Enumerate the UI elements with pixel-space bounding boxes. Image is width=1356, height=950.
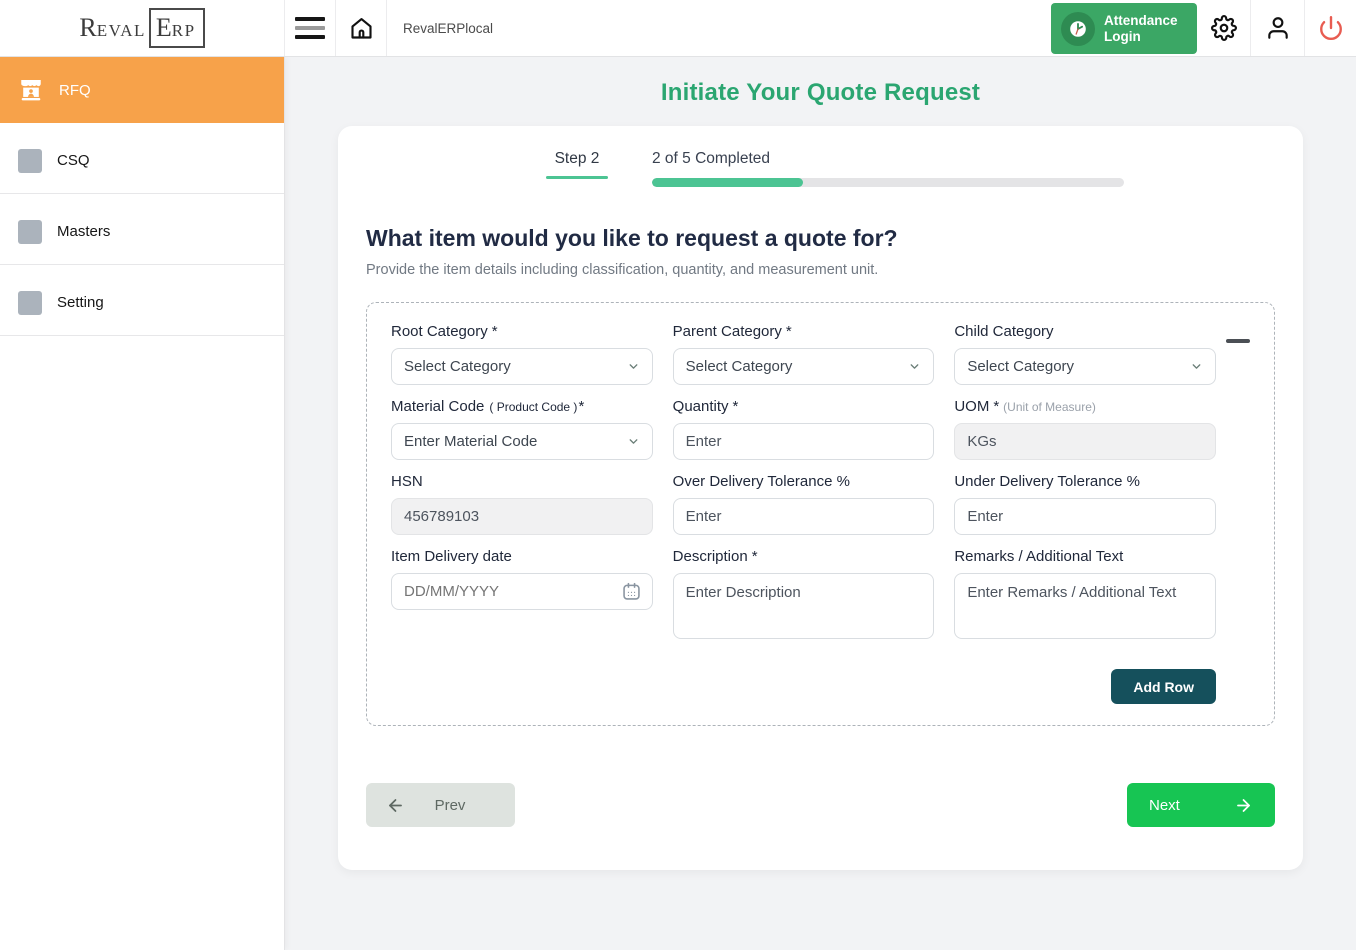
wizard-completed-label: 2 of 5 Completed xyxy=(652,150,1124,168)
item-delivery-date-field xyxy=(391,573,653,610)
placeholder-icon xyxy=(18,149,42,173)
sidebar-item-masters[interactable]: Masters xyxy=(0,199,284,265)
user-icon xyxy=(1265,15,1291,41)
gear-icon xyxy=(1211,15,1237,41)
chevron-down-icon xyxy=(908,360,921,373)
field-hsn: HSN xyxy=(391,473,653,535)
chevron-down-icon xyxy=(1190,360,1203,373)
section-description: Provide the item details including class… xyxy=(366,262,1275,278)
calendar-icon[interactable] xyxy=(621,581,642,602)
parent-category-select[interactable]: Select Category xyxy=(673,348,935,385)
field-over-tolerance: Over Delivery Tolerance % xyxy=(673,473,935,535)
root-category-select[interactable]: Select Category xyxy=(391,348,653,385)
description-textarea[interactable] xyxy=(673,573,935,639)
field-parent-category: Parent Category* Select Category xyxy=(673,323,935,385)
attendance-login-button[interactable]: AttendanceLogin xyxy=(1051,3,1197,54)
sidebar-item-label: Setting xyxy=(57,294,104,311)
sidebar: RFQ CSQ Masters Setting xyxy=(0,57,285,950)
field-remarks: Remarks / Additional Text xyxy=(954,548,1216,644)
wizard-step-tab[interactable]: Step 2 xyxy=(546,150,608,179)
brand-wordmark: REVAL ERP xyxy=(79,8,204,48)
add-row-button[interactable]: Add Row xyxy=(1111,669,1216,704)
wizard-progress: Step 2 2 of 5 Completed xyxy=(546,150,1275,187)
arrow-right-icon xyxy=(1234,796,1253,815)
chevron-down-icon xyxy=(627,360,640,373)
main-content: Initiate Your Quote Request Step 2 2 of … xyxy=(285,57,1356,950)
field-under-tolerance: Under Delivery Tolerance % xyxy=(954,473,1216,535)
home-icon xyxy=(348,15,375,42)
placeholder-icon xyxy=(18,291,42,315)
placeholder-icon xyxy=(18,220,42,244)
storefront-icon xyxy=(18,77,44,103)
sidebar-item-label: RFQ xyxy=(59,82,91,99)
home-button[interactable] xyxy=(336,0,386,56)
next-button[interactable]: Next xyxy=(1127,783,1275,827)
logout-button[interactable] xyxy=(1305,0,1356,56)
sidebar-item-label: CSQ xyxy=(57,152,90,169)
settings-button[interactable] xyxy=(1197,0,1250,56)
brand-erp-box: ERP xyxy=(149,8,205,48)
sidebar-item-rfq[interactable]: RFQ xyxy=(0,57,284,123)
field-uom: UOM*(Unit of Measure) xyxy=(954,398,1216,460)
remarks-textarea[interactable] xyxy=(954,573,1216,639)
sidebar-item-label: Masters xyxy=(57,223,110,240)
field-root-category: Root Category* Select Category xyxy=(391,323,653,385)
field-child-category: Child Category Select Category xyxy=(954,323,1216,385)
field-delivery-date: Item Delivery date xyxy=(391,548,653,644)
hsn-input xyxy=(391,498,653,535)
chevron-down-icon xyxy=(627,435,640,448)
item-row-block: Root Category* Select Category Parent Ca… xyxy=(366,302,1275,726)
page-title: Initiate Your Quote Request xyxy=(285,79,1356,107)
section-heading: What item would you like to request a qu… xyxy=(366,225,1275,252)
field-material-code: Material Code( Product Code )* Enter Mat… xyxy=(391,398,653,460)
quantity-input[interactable] xyxy=(673,423,935,460)
sidebar-item-setting[interactable]: Setting xyxy=(0,270,284,336)
material-code-select[interactable]: Enter Material Code xyxy=(391,423,653,460)
hamburger-icon xyxy=(295,17,325,39)
uom-input xyxy=(954,423,1216,460)
prev-button[interactable]: Prev xyxy=(366,783,515,827)
wizard-progress-fill xyxy=(652,178,803,187)
child-category-select[interactable]: Select Category xyxy=(954,348,1216,385)
power-icon xyxy=(1318,15,1344,41)
top-bar: REVAL ERP RevalERPlocal AttendanceLogin xyxy=(0,0,1356,57)
wizard-progress-track xyxy=(652,178,1124,187)
menu-toggle-button[interactable] xyxy=(285,0,335,56)
app-logo[interactable]: REVAL ERP xyxy=(0,0,285,56)
delivery-date-input[interactable] xyxy=(392,574,621,609)
field-quantity: Quantity* xyxy=(673,398,935,460)
sidebar-item-csq[interactable]: CSQ xyxy=(0,128,284,194)
collapse-row-icon[interactable] xyxy=(1226,339,1250,343)
attendance-clock-icon xyxy=(1061,12,1095,46)
under-delivery-tolerance-input[interactable] xyxy=(954,498,1216,535)
quote-request-card: Step 2 2 of 5 Completed What item would … xyxy=(338,126,1303,870)
over-delivery-tolerance-input[interactable] xyxy=(673,498,935,535)
field-description: Description* xyxy=(673,548,935,644)
workspace-label: RevalERPlocal xyxy=(387,0,493,56)
profile-button[interactable] xyxy=(1251,0,1304,56)
arrow-left-icon xyxy=(386,796,405,815)
